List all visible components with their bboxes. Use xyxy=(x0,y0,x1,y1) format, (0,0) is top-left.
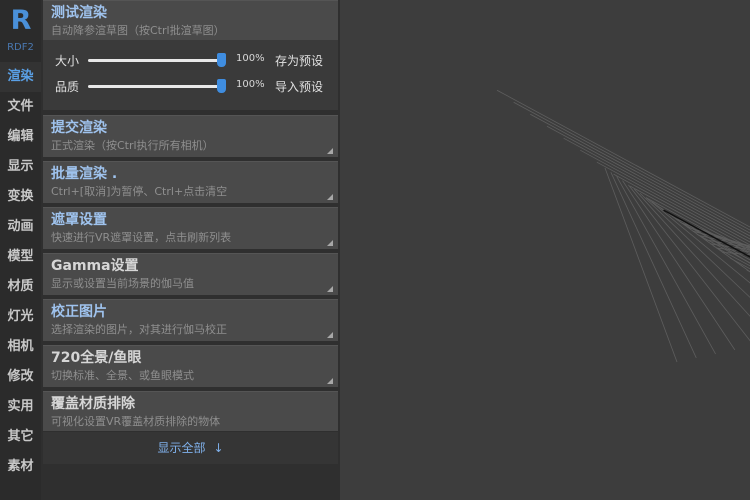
sidebar-item[interactable]: 灯光 xyxy=(0,302,41,332)
section-desc: Ctrl+[取消]为暂停、Ctrl+点击清空 xyxy=(51,185,228,198)
logo-icon: R xyxy=(10,5,32,36)
logo-subtitle: RDF2 xyxy=(7,42,34,53)
expand-corner-icon xyxy=(327,240,333,246)
quality-label: 品质 xyxy=(55,80,80,94)
section-desc: 选择渲染的图片，对其进行伽马校正 xyxy=(51,323,227,336)
sidebar-item[interactable]: 材质 xyxy=(0,272,41,302)
section-title: Gamma设置 xyxy=(51,258,139,274)
test-render-button[interactable]: 测试渲染 自动降参渲草图（按Ctrl批渲草图） xyxy=(43,0,338,40)
sidebar-item[interactable]: 渲染 xyxy=(0,62,41,92)
grid-line xyxy=(563,137,750,240)
sidebar-item[interactable]: 实用 xyxy=(0,392,41,422)
perspective-grid xyxy=(496,89,750,363)
quality-slider-thumb[interactable] xyxy=(217,79,226,93)
sidebar-item[interactable]: 模型 xyxy=(0,242,41,272)
size-label: 大小 xyxy=(55,54,80,68)
render-sliders: 大小 100% 存为预设 品质 100% 导入预设 xyxy=(43,40,338,110)
expand-corner-icon xyxy=(327,194,333,200)
quality-slider[interactable] xyxy=(88,79,226,93)
sidebar-item[interactable]: 动画 xyxy=(0,212,41,242)
viewport[interactable] xyxy=(340,0,750,500)
section-desc: 显示或设置当前场景的伽马值 xyxy=(51,277,194,290)
grid-line xyxy=(696,233,750,264)
sidebar: R RDF2 渲染 文件 编辑 显示 变换 动画 模型 材质 灯光 相机 修改 实用 其它 素材 xyxy=(0,0,41,500)
grid-line xyxy=(645,197,750,284)
expand-corner-icon xyxy=(327,378,333,384)
sidebar-item[interactable]: 修改 xyxy=(0,362,41,392)
show-all-button[interactable]: 显示全部 ↓ xyxy=(43,432,338,464)
grid-line xyxy=(663,209,750,258)
size-slider[interactable] xyxy=(88,53,226,67)
expand-corner-icon xyxy=(327,332,333,338)
submit-render-button[interactable]: 提交渲染 正式渲染（按Ctrl执行所有相机） xyxy=(43,115,338,157)
expand-corner-icon xyxy=(327,148,333,154)
grid-line xyxy=(546,125,750,237)
sidebar-item[interactable]: 素材 xyxy=(0,452,41,482)
grid-line xyxy=(663,209,750,258)
grid-line xyxy=(729,257,750,270)
grid-line xyxy=(496,89,750,228)
section-title: 覆盖材质排除 xyxy=(51,396,135,412)
section-title: 提交渲染 xyxy=(51,120,107,136)
gamma-settings-button[interactable]: Gamma设置 显示或设置当前场景的伽马值 xyxy=(43,253,338,295)
panorama-fisheye-button[interactable]: 720全景/鱼眼 切换标准、全景、或鱼眼模式 xyxy=(43,345,338,387)
section-title: 720全景/鱼眼 xyxy=(51,350,142,366)
section-title: 校正图片 xyxy=(51,304,107,320)
show-all-label: 显示全部 xyxy=(157,441,206,455)
save-preset-button[interactable]: 存为预设 xyxy=(275,52,323,69)
sidebar-item[interactable]: 变换 xyxy=(0,182,41,212)
sidebar-item[interactable]: 文件 xyxy=(0,92,41,122)
section-desc: 切换标准、全景、或鱼眼模式 xyxy=(51,369,194,382)
test-render-title: 测试渲染 xyxy=(51,5,107,21)
sidebar-menu: 渲染 文件 编辑 显示 变换 动画 模型 材质 灯光 相机 修改 实用 其它 素材 xyxy=(0,62,41,482)
section-title: 遮罩设置 xyxy=(51,212,107,228)
grid-line xyxy=(530,113,750,234)
arrow-down-icon: ↓ xyxy=(213,441,224,455)
size-slider-thumb[interactable] xyxy=(217,53,226,67)
sidebar-item[interactable]: 编辑 xyxy=(0,122,41,152)
quality-slider-row: 品质 100% 导入预设 xyxy=(43,76,338,96)
section-title: 批量渲染 . xyxy=(51,166,118,182)
batch-render-button[interactable]: 批量渲染 . Ctrl+[取消]为暂停、Ctrl+点击清空 xyxy=(43,161,338,203)
sidebar-item[interactable]: 其它 xyxy=(0,422,41,452)
size-value: 100% xyxy=(236,53,265,64)
quality-value: 100% xyxy=(236,79,265,90)
import-preset-button[interactable]: 导入预设 xyxy=(275,78,323,95)
size-slider-row: 大小 100% 存为预设 xyxy=(43,50,338,70)
test-render-desc: 自动降参渲草图（按Ctrl批渲草图） xyxy=(51,24,225,37)
section-desc: 可视化设置VR覆盖材质排除的物体 xyxy=(51,415,221,428)
correct-image-button[interactable]: 校正图片 选择渲染的图片，对其进行伽马校正 xyxy=(43,299,338,341)
override-material-exclude-button[interactable]: 覆盖材质排除 可视化设置VR覆盖材质排除的物体 xyxy=(43,391,338,431)
render-panel: 测试渲染 自动降参渲草图（按Ctrl批渲草图） 大小 100% 存为预设 品质 … xyxy=(41,0,340,500)
mask-settings-button[interactable]: 遮罩设置 快速进行VR遮罩设置，点击刷新列表 xyxy=(43,207,338,249)
sidebar-item[interactable]: 相机 xyxy=(0,332,41,362)
expand-corner-icon xyxy=(327,286,333,292)
section-desc: 正式渲染（按Ctrl执行所有相机） xyxy=(51,139,214,152)
sidebar-item[interactable]: 显示 xyxy=(0,152,41,182)
section-desc: 快速进行VR遮罩设置，点击刷新列表 xyxy=(51,231,232,244)
